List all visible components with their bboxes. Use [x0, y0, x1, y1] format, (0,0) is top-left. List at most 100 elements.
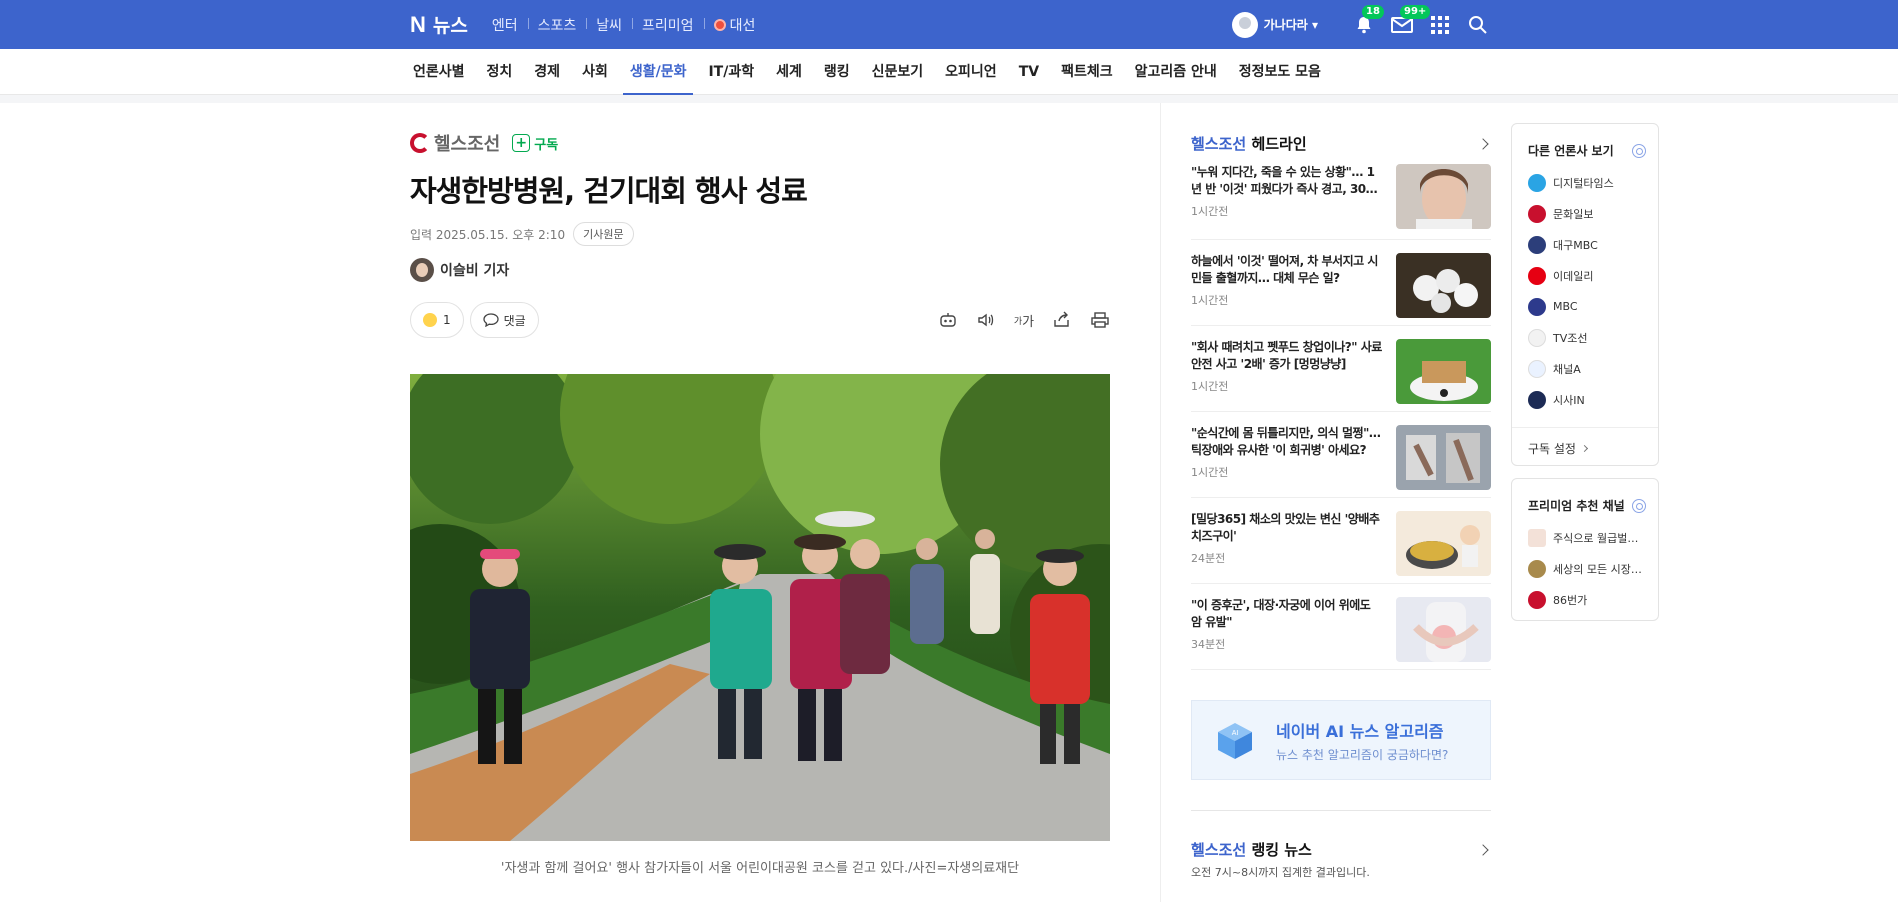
- svg-text:AI: AI: [1232, 730, 1239, 737]
- print-button[interactable]: [1090, 310, 1110, 330]
- section-factcheck[interactable]: 팩트체크: [1050, 49, 1124, 95]
- comment-button[interactable]: 댓글: [469, 302, 539, 338]
- section-algorithm[interactable]: 알고리즘 안내: [1124, 49, 1228, 95]
- notification-button[interactable]: 18: [1352, 4, 1384, 37]
- walking-event-photo: [410, 374, 1110, 841]
- other-press-item[interactable]: 문화일보: [1528, 198, 1658, 229]
- top-nav-sports[interactable]: 스포츠: [527, 15, 587, 35]
- chevron-right-icon: [1580, 444, 1589, 453]
- headline-item[interactable]: "순식간에 몸 뒤틀리지만, 의식 멀쩡"… 틱장애와 유사한 '이 희귀병' …: [1191, 412, 1491, 498]
- election-icon: [713, 18, 726, 31]
- article-tools: 가가: [920, 310, 1110, 330]
- section-politics[interactable]: 정치: [476, 49, 524, 95]
- press-logo-icon: [1528, 390, 1546, 409]
- reporter-name: 이슬비 기자: [440, 263, 510, 279]
- headline-item[interactable]: "누워 지다간, 죽을 수 있는 상황"… 1년 반 '이것' 피웠다가 즉사 …: [1191, 154, 1491, 240]
- press-headline-header[interactable]: 헬스조선 헤드라인: [1191, 133, 1491, 154]
- grid-icon: [1431, 15, 1449, 34]
- summary-bot-button[interactable]: [938, 310, 958, 330]
- other-press-list: 디지털타임스 문화일보 대구MBC 이데일리 MBC TV조선 채널A 시사IN: [1512, 159, 1658, 415]
- naver-logo[interactable]: N: [410, 12, 426, 38]
- top-header: N 뉴스 엔터 스포츠 날씨 프리미엄 대선 가나다라 ▾ 18 99+: [0, 0, 1898, 49]
- section-tv[interactable]: TV: [1008, 49, 1050, 95]
- press-logo[interactable]: 헬스조선: [410, 130, 500, 156]
- other-press-item[interactable]: 이데일리: [1528, 260, 1658, 291]
- top-nav-election[interactable]: 대선: [703, 15, 766, 35]
- section-opinion[interactable]: 오피니언: [934, 49, 1008, 95]
- news-home-link[interactable]: 뉴스: [433, 11, 468, 38]
- ai-algorithm-banner[interactable]: AI 네이버 AI 뉴스 알고리즘 뉴스 추천 알고리즘이 궁금하다면?: [1191, 700, 1491, 780]
- premium-channel-item[interactable]: 86번가: [1528, 584, 1658, 615]
- apps-button[interactable]: [1428, 13, 1452, 37]
- top-nav-weather[interactable]: 날씨: [586, 15, 632, 35]
- reporter[interactable]: 이슬비 기자: [410, 258, 1110, 282]
- headline-item[interactable]: [밀당365] 채소의 맛있는 변신 '양배추 치즈구이' 24분전: [1191, 498, 1491, 584]
- section-economy[interactable]: 경제: [523, 49, 571, 95]
- section-it-science[interactable]: IT/과학: [697, 49, 765, 95]
- press-logo-icon: [1528, 359, 1546, 378]
- search-button[interactable]: [1466, 13, 1490, 37]
- refresh-icon[interactable]: [1632, 498, 1646, 513]
- section-nav: 언론사별 정치 경제 사회 생활/문화 IT/과학 세계 랭킹 신문보기 오피니…: [0, 49, 1898, 95]
- other-press-item[interactable]: 대구MBC: [1528, 229, 1658, 260]
- original-article-button[interactable]: 기사원문: [573, 222, 634, 246]
- other-press-item[interactable]: TV조선: [1528, 322, 1658, 353]
- tts-button[interactable]: [976, 310, 996, 330]
- channel-logo-icon: [1528, 528, 1546, 547]
- username-dropdown[interactable]: 가나다라 ▾: [1264, 16, 1318, 33]
- headline-item[interactable]: "이 증후군', 대장·자궁에 이어 위에도 암 유발" 34분전: [1191, 584, 1491, 670]
- other-press-item[interactable]: 채널A: [1528, 353, 1658, 384]
- reaction-button[interactable]: 1: [410, 302, 464, 338]
- ranking-header[interactable]: 헬스조선 랭킹 뉴스: [1191, 839, 1491, 860]
- section-newspaper[interactable]: 신문보기: [861, 49, 935, 95]
- photo-caption: '자생과 함께 걸어요' 행사 참가자들이 서울 어린이대공원 코스를 걷고 있…: [500, 861, 1020, 876]
- article-photo: [410, 374, 1110, 841]
- subscribe-button[interactable]: + 구독: [512, 134, 558, 153]
- press-logo-icon: [1528, 173, 1546, 192]
- premium-channel-item[interactable]: 세상의 모든 시장…: [1528, 553, 1658, 584]
- top-nav: 엔터 스포츠 날씨 프리미엄 대선: [482, 15, 765, 35]
- search-icon: [1469, 15, 1487, 34]
- other-press-item[interactable]: 시사IN: [1528, 384, 1658, 415]
- article-toolbar: 1 댓글 가가: [410, 302, 1110, 338]
- section-by-press[interactable]: 언론사별: [410, 49, 476, 95]
- channel-logo-icon: [1528, 559, 1546, 578]
- headline-item[interactable]: "회사 때려치고 펫푸드 창업이나?" 사료 안전 사고 '2배' 증가 [멍멍…: [1191, 326, 1491, 412]
- premium-channel-item[interactable]: 주식으로 월급벌…: [1528, 522, 1658, 553]
- mail-button[interactable]: 99+: [1390, 4, 1431, 37]
- print-icon: [1091, 312, 1109, 328]
- other-press-item[interactable]: MBC: [1528, 291, 1658, 322]
- section-corrections[interactable]: 정정보도 모음: [1228, 49, 1332, 95]
- article-title: 자생한방병원, 걷기대회 행사 성료: [410, 174, 808, 208]
- ai-cube-icon: AI: [1218, 723, 1252, 759]
- other-press-box: 다른 언론사 보기 디지털타임스 문화일보 대구MBC 이데일리 MBC TV조선 채널A 시…: [1511, 123, 1659, 466]
- headline-thumbnail: [1396, 511, 1491, 576]
- share-button[interactable]: [1052, 310, 1072, 330]
- headline-list: "누워 지다간, 죽을 수 있는 상황"… 1년 반 '이것' 피웠다가 즉사 …: [1191, 154, 1491, 670]
- font-size-button[interactable]: 가가: [1014, 310, 1034, 330]
- section-world[interactable]: 세계: [765, 49, 813, 95]
- press-logo-icon: [1528, 328, 1546, 347]
- notification-count: 18: [1362, 4, 1384, 19]
- subscribe-settings-link[interactable]: 구독 설정: [1512, 427, 1658, 469]
- press-logo-icon: [1528, 297, 1546, 316]
- top-nav-premium[interactable]: 프리미엄: [632, 15, 704, 35]
- refresh-icon[interactable]: [1632, 143, 1646, 158]
- headline-thumbnail: [1396, 164, 1491, 229]
- user-avatar[interactable]: [1231, 11, 1258, 38]
- section-society[interactable]: 사회: [571, 49, 619, 95]
- other-press-item[interactable]: 디지털타임스: [1528, 167, 1658, 198]
- press-logo-icon: [1528, 204, 1546, 223]
- reporter-avatar: [410, 258, 434, 282]
- robot-icon: [940, 313, 956, 327]
- section-life-culture[interactable]: 생활/문화: [619, 49, 698, 95]
- section-ranking[interactable]: 랭킹: [813, 49, 861, 95]
- article-meta: 입력 2025.05.15. 오후 2:10 기사원문: [410, 222, 1110, 246]
- top-nav-entertainment[interactable]: 엔터: [482, 15, 528, 35]
- headline-item[interactable]: 하늘에서 '이것' 떨어져, 차 부서지고 시민들 출혈까지… 대체 무슨 일?…: [1191, 240, 1491, 326]
- press-logo-icon: [1528, 235, 1546, 254]
- plus-icon: +: [512, 134, 531, 152]
- channel-logo-icon: [1528, 590, 1546, 609]
- headline-thumbnail: [1396, 597, 1491, 662]
- press-logo-icon: [410, 133, 430, 153]
